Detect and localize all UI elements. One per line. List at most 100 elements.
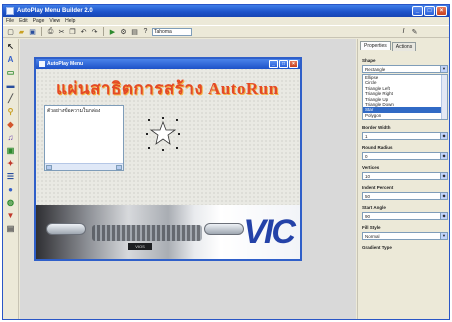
undo-icon[interactable]: ↶ xyxy=(79,27,88,36)
design-title: AutoPlay Menu xyxy=(47,61,84,67)
build-icon[interactable]: ⚙ xyxy=(119,27,128,36)
selection-handle[interactable] xyxy=(162,117,164,119)
close-button[interactable]: × xyxy=(436,6,447,16)
maximize-button[interactable]: □ xyxy=(424,6,435,16)
redo-icon[interactable]: ↷ xyxy=(90,27,99,36)
menu-view[interactable]: View xyxy=(49,18,60,24)
page-icon[interactable]: ▤ xyxy=(130,27,139,36)
link-tool-icon[interactable]: ⚲ xyxy=(5,107,16,117)
selection-handle[interactable] xyxy=(148,119,150,121)
app-window: AutoPlay Menu Builder 2.0 _ □ × File Edi… xyxy=(2,4,450,320)
selection-handle[interactable] xyxy=(146,133,148,135)
list-tool-icon[interactable]: ☰ xyxy=(5,172,16,182)
design-title-bar[interactable]: AutoPlay Menu _ □ × xyxy=(36,59,300,69)
menu-bar: File Edit Page View Help xyxy=(3,17,449,25)
button-tool-icon[interactable]: ▬ xyxy=(5,81,16,91)
design-close-button[interactable]: × xyxy=(289,60,298,68)
title-bar[interactable]: AutoPlay Menu Builder 2.0 _ □ × xyxy=(3,5,449,17)
music-tool-icon[interactable]: ♫ xyxy=(5,133,16,143)
selection-handle[interactable] xyxy=(176,147,178,149)
license-plate: VIOS xyxy=(128,243,152,250)
shape-select[interactable]: Rectangle ▼ xyxy=(362,65,448,73)
listbox-scrollbar[interactable] xyxy=(45,163,123,170)
ellipse-tool-icon[interactable]: ● xyxy=(5,185,16,195)
car-banner-image[interactable]: VIOS VIC xyxy=(36,205,300,259)
page-tool-icon[interactable]: ▤ xyxy=(5,224,16,234)
star-shape[interactable] xyxy=(146,117,180,151)
spin-icon[interactable]: ◆ xyxy=(440,213,447,219)
toolbar-separator xyxy=(103,27,104,36)
tab-properties[interactable]: Properties xyxy=(360,41,391,50)
menu-file[interactable]: File xyxy=(6,18,14,24)
border-width-value: 1 xyxy=(365,134,368,139)
toolbar: ▢ ▰ ▣ ⎙ ✂ ❐ ↶ ↷ ▶ ⚙ ▤ ? Tahoma I ✎ xyxy=(3,25,449,38)
vertices-field[interactable]: 10 ◆ xyxy=(362,172,448,180)
italic-icon[interactable]: I xyxy=(399,27,408,36)
text-tool-icon[interactable]: A xyxy=(5,55,16,65)
line-tool-icon[interactable]: ╱ xyxy=(5,94,16,104)
design-maximize-button[interactable]: □ xyxy=(279,60,288,68)
selection-handle[interactable] xyxy=(148,147,150,149)
fill-style-select[interactable]: Normal ▼ xyxy=(362,232,448,240)
tool-palette: ↖ A ▭ ▬ ╱ ⚲ ◆ ♫ ▣ ✦ ☰ ● ◍ ▼ ▤ xyxy=(3,39,19,319)
design-window[interactable]: AutoPlay Menu _ □ × แผ่นสาธิตการสร้าง Au… xyxy=(34,57,302,261)
selection-handle[interactable] xyxy=(178,133,180,135)
print-icon[interactable]: ⎙ xyxy=(46,27,55,36)
menu-page[interactable]: Page xyxy=(33,18,45,24)
chevron-down-icon[interactable]: ▼ xyxy=(440,66,447,72)
spin-icon[interactable]: ◆ xyxy=(440,173,447,179)
design-window-controls: _ □ × xyxy=(269,60,298,68)
border-width-field[interactable]: 1 ◆ xyxy=(362,132,448,140)
round-radius-label: Round Radius xyxy=(362,145,393,150)
minimize-button[interactable]: _ xyxy=(412,6,423,16)
scroll-left-icon[interactable] xyxy=(46,164,52,170)
start-angle-value: 90 xyxy=(365,214,371,219)
app-icon xyxy=(6,7,14,15)
selection-handle[interactable] xyxy=(176,119,178,121)
menu-edit[interactable]: Edit xyxy=(19,18,28,24)
flash-tool-icon[interactable]: ✦ xyxy=(5,159,16,169)
shape-select-value: Rectangle xyxy=(365,67,386,72)
pin-tool-icon[interactable]: ▼ xyxy=(5,211,16,221)
spin-icon[interactable]: ◆ xyxy=(440,153,447,159)
round-radius-field[interactable]: 0 ◆ xyxy=(362,152,448,160)
chevron-down-icon[interactable]: ▼ xyxy=(440,233,447,239)
open-folder-icon[interactable]: ▰ xyxy=(17,27,26,36)
banner-brand-text: VIC xyxy=(243,213,296,251)
menu-help[interactable]: Help xyxy=(65,18,75,24)
cut-icon[interactable]: ✂ xyxy=(57,27,66,36)
shape-tool-icon[interactable]: ◆ xyxy=(5,120,16,130)
indent-percent-value: 50 xyxy=(365,194,371,199)
save-icon[interactable]: ▣ xyxy=(28,27,37,36)
tab-actions[interactable]: Actions xyxy=(391,42,417,51)
copy-icon[interactable]: ❐ xyxy=(68,27,77,36)
paint-icon[interactable]: ✎ xyxy=(410,27,419,36)
video-tool-icon[interactable]: ▣ xyxy=(5,146,16,156)
spin-icon[interactable]: ◆ xyxy=(440,133,447,139)
shape-option[interactable]: Polygon xyxy=(363,113,447,118)
selection-handle[interactable] xyxy=(162,149,164,151)
select-tool-icon[interactable]: ↖ xyxy=(5,42,16,52)
car-headlight-left xyxy=(46,223,86,235)
design-window-icon xyxy=(39,61,45,67)
list-item[interactable]: ตัวอย่างข้อความในกล่อง xyxy=(45,106,123,116)
properties-panel: Properties Actions Shape Rectangle ▼ Ell… xyxy=(357,39,449,319)
dropdown-scrollbar[interactable] xyxy=(441,75,447,119)
scroll-right-icon[interactable] xyxy=(116,164,122,170)
image-tool-icon[interactable]: ▭ xyxy=(5,68,16,78)
globe-tool-icon[interactable]: ◍ xyxy=(5,198,16,208)
help-icon[interactable]: ? xyxy=(141,27,150,36)
new-file-icon[interactable]: ▢ xyxy=(6,27,15,36)
indent-percent-field[interactable]: 50 ◆ xyxy=(362,192,448,200)
vertices-value: 10 xyxy=(365,174,371,179)
headline-text[interactable]: แผ่นสาธิตการสร้าง AutoRun xyxy=(56,75,279,102)
car-headlight-right xyxy=(204,223,244,235)
shape-dropdown-list[interactable]: Ellipse Circle Triangle Left Triangle Ri… xyxy=(362,74,448,120)
listbox-object[interactable]: ตัวอย่างข้อความในกล่อง xyxy=(44,105,124,171)
start-angle-field[interactable]: 90 ◆ xyxy=(362,212,448,220)
design-minimize-button[interactable]: _ xyxy=(269,60,278,68)
font-input[interactable]: Tahoma xyxy=(152,27,192,36)
preview-icon[interactable]: ▶ xyxy=(108,27,117,36)
spin-icon[interactable]: ◆ xyxy=(440,193,447,199)
toolbar-separator xyxy=(41,27,42,36)
